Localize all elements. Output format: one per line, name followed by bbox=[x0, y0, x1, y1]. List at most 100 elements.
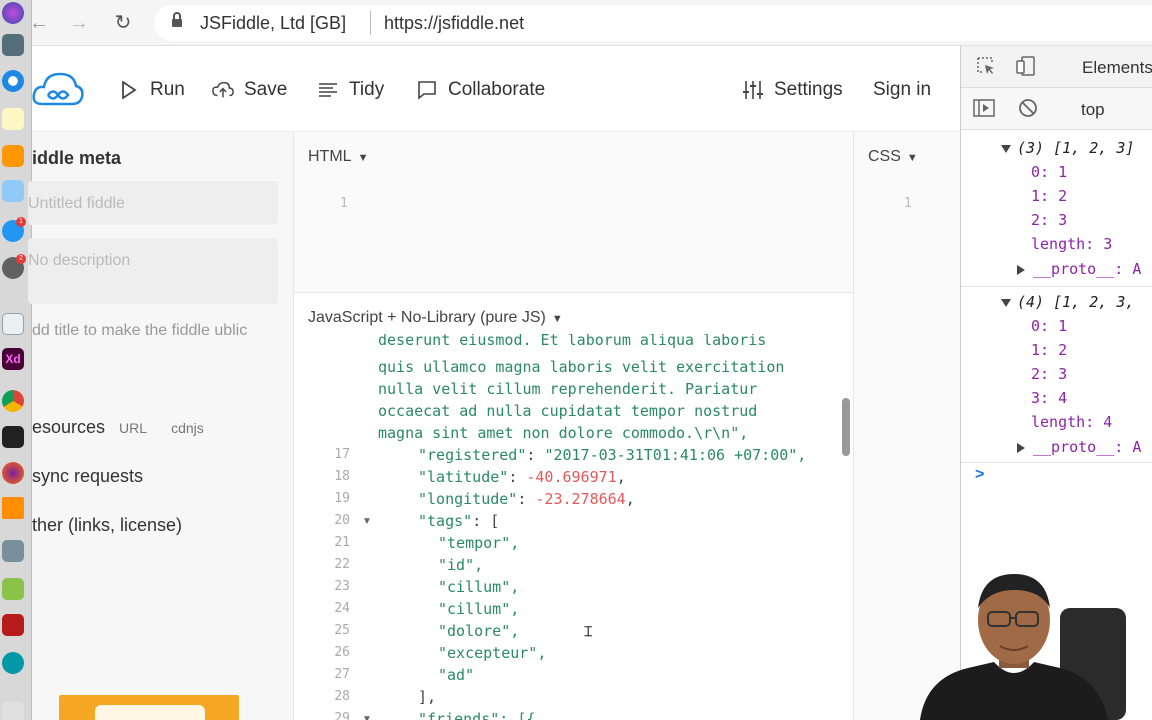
chat-bubble-icon bbox=[416, 79, 438, 101]
sidebar-item-other[interactable]: ther (links, license) bbox=[32, 515, 182, 536]
jsfiddle-header: Run Save Tidy Collaborate Settings Sign … bbox=[32, 46, 960, 132]
fold-arrow-icon[interactable]: ▼ bbox=[362, 516, 372, 527]
play-icon bbox=[118, 79, 140, 101]
utility-icon[interactable] bbox=[2, 540, 24, 562]
collaborate-label: Collaborate bbox=[448, 79, 546, 100]
siri-icon[interactable] bbox=[2, 2, 24, 24]
console-array-item: 1: 2 bbox=[1031, 187, 1068, 205]
console-proto-row[interactable]: __proto__: A bbox=[1017, 435, 1141, 459]
resources-url-tab[interactable]: URL bbox=[119, 420, 147, 436]
firefox-icon[interactable] bbox=[2, 462, 24, 484]
line-number: 18 bbox=[334, 469, 350, 484]
css-pane-label[interactable]: CSS ▼ bbox=[868, 148, 918, 166]
sign-in-link[interactable]: Sign in bbox=[873, 76, 931, 104]
device-toolbar-icon[interactable] bbox=[1015, 56, 1037, 78]
line-number: 27 bbox=[334, 667, 350, 682]
launchpad-icon[interactable] bbox=[2, 34, 24, 56]
network-icon[interactable] bbox=[2, 652, 24, 674]
code-line: "cillum", bbox=[438, 578, 520, 596]
url-text[interactable]: https://jsfiddle.net bbox=[384, 13, 524, 34]
line-number: 1 bbox=[904, 196, 912, 211]
run-label: Run bbox=[150, 79, 185, 100]
console-divider bbox=[961, 286, 1152, 287]
filezilla-icon[interactable] bbox=[2, 614, 24, 636]
adobe-xd-icon[interactable]: Xd bbox=[2, 348, 24, 370]
line-number: 19 bbox=[334, 491, 350, 506]
settings-button[interactable]: Settings bbox=[742, 76, 843, 104]
devtools-tabs: Elements bbox=[961, 46, 1152, 88]
line-number: 28 bbox=[334, 689, 350, 704]
line-number: 23 bbox=[334, 579, 350, 594]
tab-elements[interactable]: Elements bbox=[1082, 58, 1152, 78]
resources-label: esources bbox=[32, 417, 106, 437]
cloud-upload-icon bbox=[212, 79, 234, 101]
app-store-icon[interactable]: 1 bbox=[2, 217, 26, 242]
editor-scrollbar[interactable] bbox=[842, 398, 850, 456]
js-pane-label[interactable]: JavaScript + No-Library (pure JS) ▼ bbox=[308, 309, 563, 327]
console-array-header[interactable]: (4) [1, 2, 3, bbox=[1001, 290, 1134, 314]
code-line: "longitude": -23.278664, bbox=[418, 490, 635, 508]
sidebar-item-resources[interactable]: esources URL cdnjs bbox=[32, 417, 204, 438]
dropdown-caret-icon: ▼ bbox=[906, 152, 918, 164]
preview-icon[interactable] bbox=[2, 180, 24, 202]
expanded-arrow-icon bbox=[1001, 298, 1011, 307]
site-owner: JSFiddle, Ltd [GB] bbox=[200, 13, 347, 33]
back-icon[interactable]: ← bbox=[26, 10, 52, 36]
vlc-icon[interactable] bbox=[2, 497, 24, 519]
jsfiddle-logo-icon[interactable] bbox=[32, 66, 84, 112]
address-bar[interactable]: JSFiddle, Ltd [GB] https://jsfiddle.net bbox=[154, 5, 1152, 41]
sublime-icon[interactable] bbox=[2, 578, 24, 600]
tidy-button[interactable]: Tidy bbox=[317, 76, 384, 104]
macos-dock: 1 2 Xd bbox=[0, 0, 32, 720]
code-line: "dolore", bbox=[438, 622, 520, 640]
notes-icon[interactable] bbox=[2, 108, 24, 130]
save-button[interactable]: Save bbox=[212, 76, 287, 104]
sidebar-item-async-requests[interactable]: sync requests bbox=[32, 466, 143, 487]
code-line: "latitude": -40.696971, bbox=[418, 468, 626, 486]
sidebar-hint: dd title to make the fiddle ublic bbox=[32, 322, 248, 339]
reload-icon[interactable]: ↻ bbox=[110, 10, 136, 36]
finder-icon[interactable] bbox=[2, 702, 24, 720]
line-number: 24 bbox=[334, 601, 350, 616]
promo-thumbnail[interactable] bbox=[59, 695, 239, 720]
console-proto-row[interactable]: __proto__: A bbox=[1017, 257, 1141, 281]
expanded-arrow-icon bbox=[1001, 144, 1011, 153]
line-number: 22 bbox=[334, 557, 350, 572]
html-pane[interactable]: HTML ▼ 1 bbox=[294, 132, 854, 292]
clear-console-icon[interactable] bbox=[1017, 98, 1039, 120]
fiddle-meta-sidebar: iddle meta Untitled fiddle No descriptio… bbox=[28, 132, 294, 720]
code-line: occaecat ad nulla cupidatat tempor nostr… bbox=[378, 402, 758, 420]
text-cursor-icon: ⌶ bbox=[584, 623, 593, 639]
terminal-icon[interactable] bbox=[2, 426, 24, 448]
code-partial-line: deserunt eiusmod. Et laborum aliqua labo… bbox=[378, 334, 767, 348]
html-pane-label[interactable]: HTML ▼ bbox=[308, 148, 368, 166]
fiddle-title-input[interactable]: Untitled fiddle bbox=[28, 181, 278, 225]
fold-arrow-icon[interactable]: ▼ bbox=[362, 714, 372, 720]
fiddle-description-input[interactable]: No description bbox=[28, 238, 278, 304]
align-left-icon bbox=[317, 79, 339, 101]
sidebar-toggle-icon[interactable] bbox=[973, 98, 995, 120]
context-selector[interactable]: top bbox=[1081, 100, 1105, 120]
console-array-item: 0: 1 bbox=[1031, 163, 1068, 181]
sign-in-label: Sign in bbox=[873, 79, 932, 100]
inspect-element-icon[interactable] bbox=[975, 56, 997, 78]
console-array-item: 2: 3 bbox=[1031, 365, 1068, 383]
collaborate-button[interactable]: Collaborate bbox=[416, 76, 545, 104]
console-array-header[interactable]: (3) [1, 2, 3] bbox=[1001, 136, 1134, 160]
notification-badge: 2 bbox=[16, 254, 26, 264]
system-preferences-icon[interactable]: 2 bbox=[2, 254, 26, 279]
console-prompt[interactable]: > bbox=[975, 466, 984, 484]
safari-icon[interactable] bbox=[2, 70, 24, 92]
resources-cdnjs-tab[interactable]: cdnjs bbox=[171, 420, 204, 436]
line-number: 26 bbox=[334, 645, 350, 660]
line-number: 21 bbox=[334, 535, 350, 550]
pages-icon[interactable] bbox=[2, 145, 24, 167]
run-button[interactable]: Run bbox=[118, 76, 185, 104]
chrome-icon[interactable] bbox=[2, 390, 24, 412]
screen: 1 2 Xd ← → ↻ JSFiddle, Ltd [GB] https://… bbox=[0, 0, 1152, 720]
activity-monitor-icon[interactable] bbox=[2, 313, 24, 335]
settings-label: Settings bbox=[774, 79, 843, 100]
code-line: magna sint amet non dolore commodo.\r\n"… bbox=[378, 424, 749, 442]
forward-icon[interactable]: → bbox=[66, 10, 92, 36]
dropdown-caret-icon: ▼ bbox=[551, 313, 563, 325]
